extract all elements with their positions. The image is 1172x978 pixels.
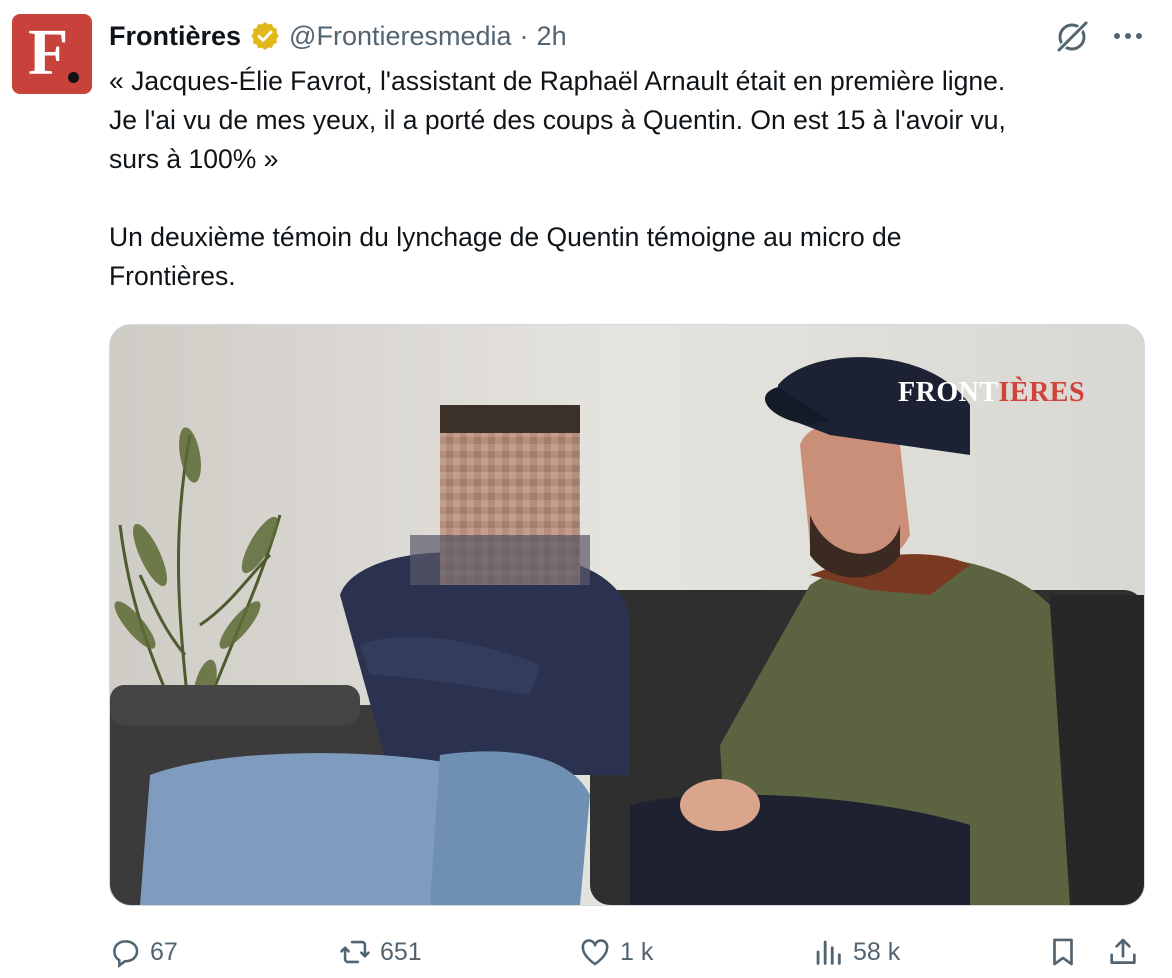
- reply-count: 67: [150, 937, 178, 966]
- author-name[interactable]: Frontières: [109, 21, 241, 52]
- bookmark-button[interactable]: [1046, 932, 1080, 972]
- views-button[interactable]: 58 k: [811, 932, 900, 972]
- video-watermark: FRONTIÈRES: [898, 377, 1085, 409]
- tweet-text-line: « Jacques-Élie Favrot, l'assistant de Ra…: [109, 66, 1006, 96]
- like-icon: [581, 939, 609, 966]
- reply-icon: [113, 940, 139, 969]
- avatar-logo-dot: [68, 72, 79, 83]
- share-icon: [1110, 938, 1136, 964]
- avatar[interactable]: F: [12, 14, 92, 94]
- avatar-logo-letter: F: [28, 16, 69, 89]
- more-options-icon[interactable]: [1108, 18, 1148, 54]
- views-count: 58 k: [853, 937, 901, 966]
- tweet-text-line: Un deuxième témoin du lynchage de Quenti…: [109, 222, 902, 252]
- grok-icon[interactable]: [1052, 17, 1092, 57]
- retweet-icon: [340, 940, 370, 964]
- share-button[interactable]: [1106, 932, 1140, 972]
- retweet-button[interactable]: 651: [338, 932, 422, 972]
- watermark-part1: FRONT: [898, 377, 999, 408]
- tweet-text-line: Je l'ai vu de mes yeux, il a porté des c…: [109, 105, 1006, 135]
- bookmark-icon: [1053, 938, 1073, 966]
- tweet-header: Frontières @Frontieresmedia · 2h: [109, 18, 567, 54]
- like-count: 1 k: [620, 937, 654, 966]
- tweet-media-video[interactable]: FRONTIÈRES: [109, 324, 1145, 906]
- header-separator: ·: [519, 20, 529, 51]
- verified-badge-icon[interactable]: [249, 20, 281, 52]
- tweet-actions: 67 651 1 k 58 k: [108, 932, 1148, 972]
- tweet-text: « Jacques-Élie Favrot, l'assistant de Ra…: [109, 62, 1159, 296]
- like-button[interactable]: 1 k: [578, 932, 653, 972]
- reply-button[interactable]: 67: [108, 932, 178, 972]
- tweet-timestamp[interactable]: 2h: [537, 21, 567, 52]
- author-handle[interactable]: @Frontieresmedia: [289, 21, 512, 52]
- tweet-text-line: Frontières.: [109, 261, 236, 291]
- watermark-part2: IÈRES: [998, 377, 1086, 408]
- views-icon: [816, 940, 841, 965]
- retweet-count: 651: [380, 937, 422, 966]
- video-frame: [110, 325, 1144, 905]
- tweet-text-line: surs à 100% »: [109, 144, 279, 174]
